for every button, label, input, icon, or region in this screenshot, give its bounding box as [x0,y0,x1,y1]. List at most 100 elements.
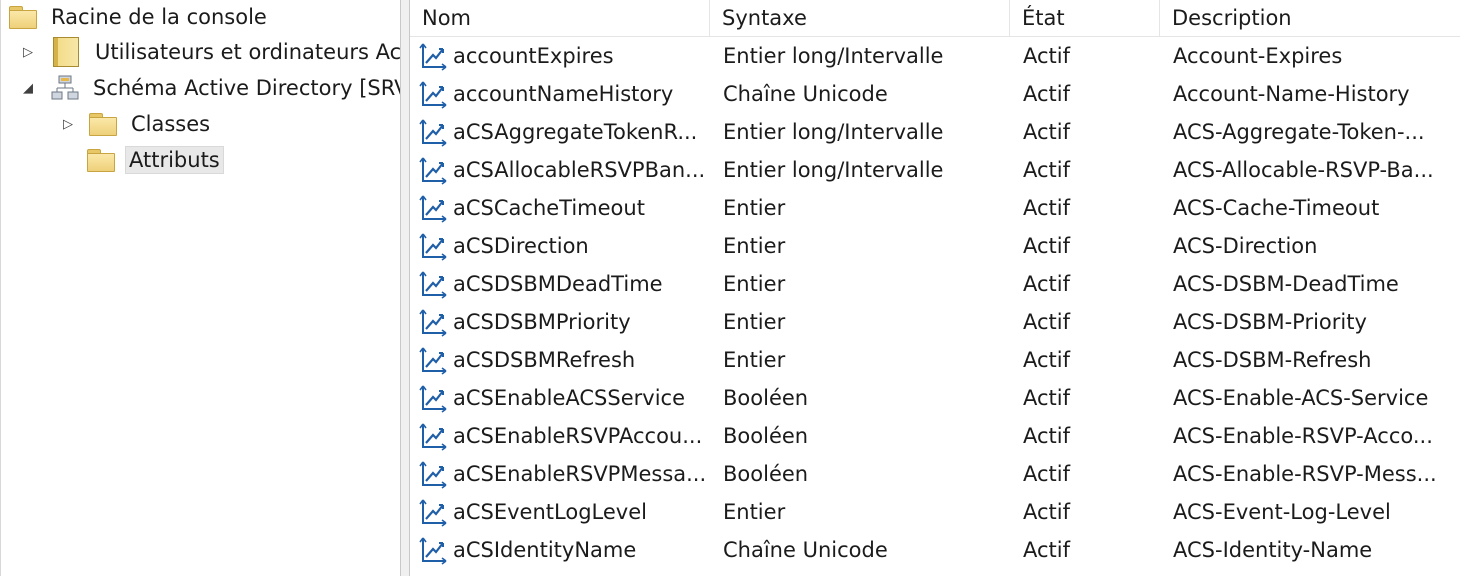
column-header-state[interactable]: État [1010,0,1160,36]
syntax-cell: Entier [723,303,1010,341]
table-row[interactable]: aCSDirection Entier Actif ACS-Direction [410,227,1460,265]
name-cell: aCSDSBMPriority [418,303,710,341]
state-cell: Actif [1023,303,1160,341]
attribute-syntax: Entier [723,310,786,334]
attribute-syntax: Booléen [723,386,809,410]
attribute-description: ACS-Identity-Name [1173,538,1373,562]
table-row[interactable]: aCSEnableRSVPAccou... Booléen Actif ACS-… [410,417,1460,455]
name-cell: aCSIdentityName [418,531,710,569]
table-row[interactable]: aCSCacheTimeout Entier Actif ACS-Cache-T… [410,189,1460,227]
attribute-list: Nom Syntaxe État Description accountExpi… [410,0,1460,576]
name-cell: aCSDSBMDeadTime [418,265,710,303]
tree-item-classes[interactable]: ▷ Classes [61,107,214,141]
attribute-state: Actif [1023,538,1071,562]
description-cell: ACS-Cache-Timeout [1173,189,1460,227]
tree-item-label: Attributs [125,146,224,174]
state-cell: Actif [1023,379,1160,417]
description-cell: Account-Name-History [1173,75,1460,113]
attribute-state: Actif [1023,310,1071,334]
description-cell: ACS-Enable-ACS-Service [1173,379,1460,417]
attribute-syntax: Chaîne Unicode [723,538,888,562]
attribute-description: ACS-Allocable-RSVP-Ba... [1173,158,1434,182]
folder-icon [89,113,117,136]
attribute-icon [419,461,447,489]
attribute-syntax: Entier long/Intervalle [723,44,944,68]
folder-icon [87,149,115,172]
state-cell: Actif [1023,75,1160,113]
pane-splitter[interactable] [400,0,410,576]
attribute-syntax: Entier [723,272,786,296]
table-row[interactable]: aCSAllocableRSVPBan... Entier long/Inter… [410,151,1460,189]
tree-item-label: Racine de la console [51,5,267,29]
tree-item-label: Classes [131,112,211,136]
state-cell: Actif [1023,151,1160,189]
table-row[interactable]: aCSEventLogLevel Entier Actif ACS-Event-… [410,493,1460,531]
attribute-name: aCSEnableRSVPAccou... [453,424,703,448]
tree-item-label: Schéma Active Directory [SRV [93,76,401,100]
state-cell: Actif [1023,531,1160,569]
console-tree: Racine de la console ▷ Utilisateurs et o… [0,0,401,576]
tree-item-attributes[interactable]: Attributs [87,143,224,177]
column-header-row: Nom Syntaxe État Description [410,0,1460,37]
schema-icon [51,75,79,100]
description-cell: ACS-Allocable-RSVP-Ba... [1173,151,1460,189]
attribute-syntax: Entier [723,234,786,258]
column-header-description[interactable]: Description [1160,0,1460,36]
table-row[interactable]: accountExpires Entier long/Intervalle Ac… [410,37,1460,75]
column-header-name[interactable]: Nom [410,0,710,36]
table-row[interactable]: aCSIdentityName Chaîne Unicode Actif ACS… [410,531,1460,569]
name-cell: accountNameHistory [418,75,710,113]
description-cell: ACS-DSBM-Priority [1173,303,1460,341]
attribute-description: Account-Expires [1173,44,1343,68]
description-cell: ACS-Enable-RSVP-Mess... [1173,455,1460,493]
name-cell: aCSAggregateTokenR... [418,113,710,151]
syntax-cell: Entier [723,341,1010,379]
tree-item-root[interactable]: Racine de la console [9,0,271,34]
attribute-icon [419,119,447,147]
table-row[interactable]: aCSDSBMPriority Entier Actif ACS-DSBM-Pr… [410,303,1460,341]
state-cell: Actif [1023,37,1160,75]
table-row[interactable]: aCSEnableACSService Booléen Actif ACS-En… [410,379,1460,417]
tree-item-schema[interactable]: ◢ Schéma Active Directory [SRV [21,71,401,105]
attribute-name: aCSEventLogLevel [453,500,647,524]
collapse-arrow-icon[interactable]: ◢ [21,81,35,96]
attribute-icon [419,423,447,451]
description-cell: ACS-Identity-Name [1173,531,1460,569]
column-header-syntax[interactable]: Syntaxe [710,0,1010,36]
attribute-name: aCSDSBMDeadTime [453,272,663,296]
syntax-cell: Entier long/Intervalle [723,113,1010,151]
expand-arrow-icon[interactable]: ▷ [61,117,75,132]
attribute-icon [419,309,447,337]
description-cell: ACS-Aggregate-Token-... [1173,113,1460,151]
description-cell: ACS-DSBM-Refresh [1173,341,1460,379]
syntax-cell: Entier long/Intervalle [723,37,1010,75]
syntax-cell: Entier [723,265,1010,303]
attribute-state: Actif [1023,272,1071,296]
attribute-state: Actif [1023,158,1071,182]
attribute-state: Actif [1023,196,1071,220]
table-row[interactable]: aCSEnableRSVPMessa... Booléen Actif ACS-… [410,455,1460,493]
table-row[interactable]: accountNameHistory Chaîne Unicode Actif … [410,75,1460,113]
attribute-icon [419,499,447,527]
table-row[interactable]: aCSDSBMDeadTime Entier Actif ACS-DSBM-De… [410,265,1460,303]
name-cell: aCSEventLogLevel [418,493,710,531]
syntax-cell: Chaîne Unicode [723,75,1010,113]
attribute-state: Actif [1023,348,1071,372]
attribute-description: ACS-Enable-ACS-Service [1173,386,1429,410]
state-cell: Actif [1023,227,1160,265]
attribute-name: aCSAllocableRSVPBan... [453,158,706,182]
state-cell: Actif [1023,113,1160,151]
attribute-name: aCSEnableRSVPMessa... [453,462,707,486]
name-cell: aCSCacheTimeout [418,189,710,227]
table-row[interactable]: aCSAggregateTokenR... Entier long/Interv… [410,113,1460,151]
attribute-syntax: Booléen [723,424,809,448]
attribute-description: ACS-Aggregate-Token-... [1173,120,1425,144]
attribute-icon [419,271,447,299]
attribute-state: Actif [1023,234,1071,258]
attribute-syntax: Entier long/Intervalle [723,120,944,144]
syntax-cell: Entier [723,189,1010,227]
table-row[interactable]: aCSDSBMRefresh Entier Actif ACS-DSBM-Ref… [410,341,1460,379]
expand-arrow-icon[interactable]: ▷ [21,45,35,60]
attribute-description: Account-Name-History [1173,82,1410,106]
tree-item-users[interactable]: ▷ Utilisateurs et ordinateurs Act [21,35,401,69]
